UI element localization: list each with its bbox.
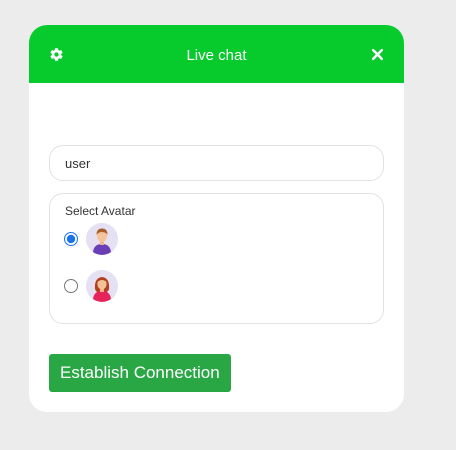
chat-window: Live chat Select Avatar [29,25,404,412]
avatar-selector: Select Avatar [49,193,384,324]
avatar-radio-male[interactable] [64,232,78,246]
avatar-option-female[interactable] [64,270,118,302]
avatar-option-male[interactable] [64,223,118,255]
gear-icon[interactable] [48,46,64,62]
avatar-label: Select Avatar [65,204,136,218]
close-icon[interactable] [369,46,385,62]
avatar-radio-female[interactable] [64,279,78,293]
female-avatar-icon [86,270,118,302]
chat-title: Live chat [186,46,247,64]
male-avatar-icon [86,223,118,255]
establish-connection-button[interactable]: Establish Connection [49,354,231,392]
chat-header: Live chat [29,25,404,83]
username-input[interactable] [49,145,384,181]
